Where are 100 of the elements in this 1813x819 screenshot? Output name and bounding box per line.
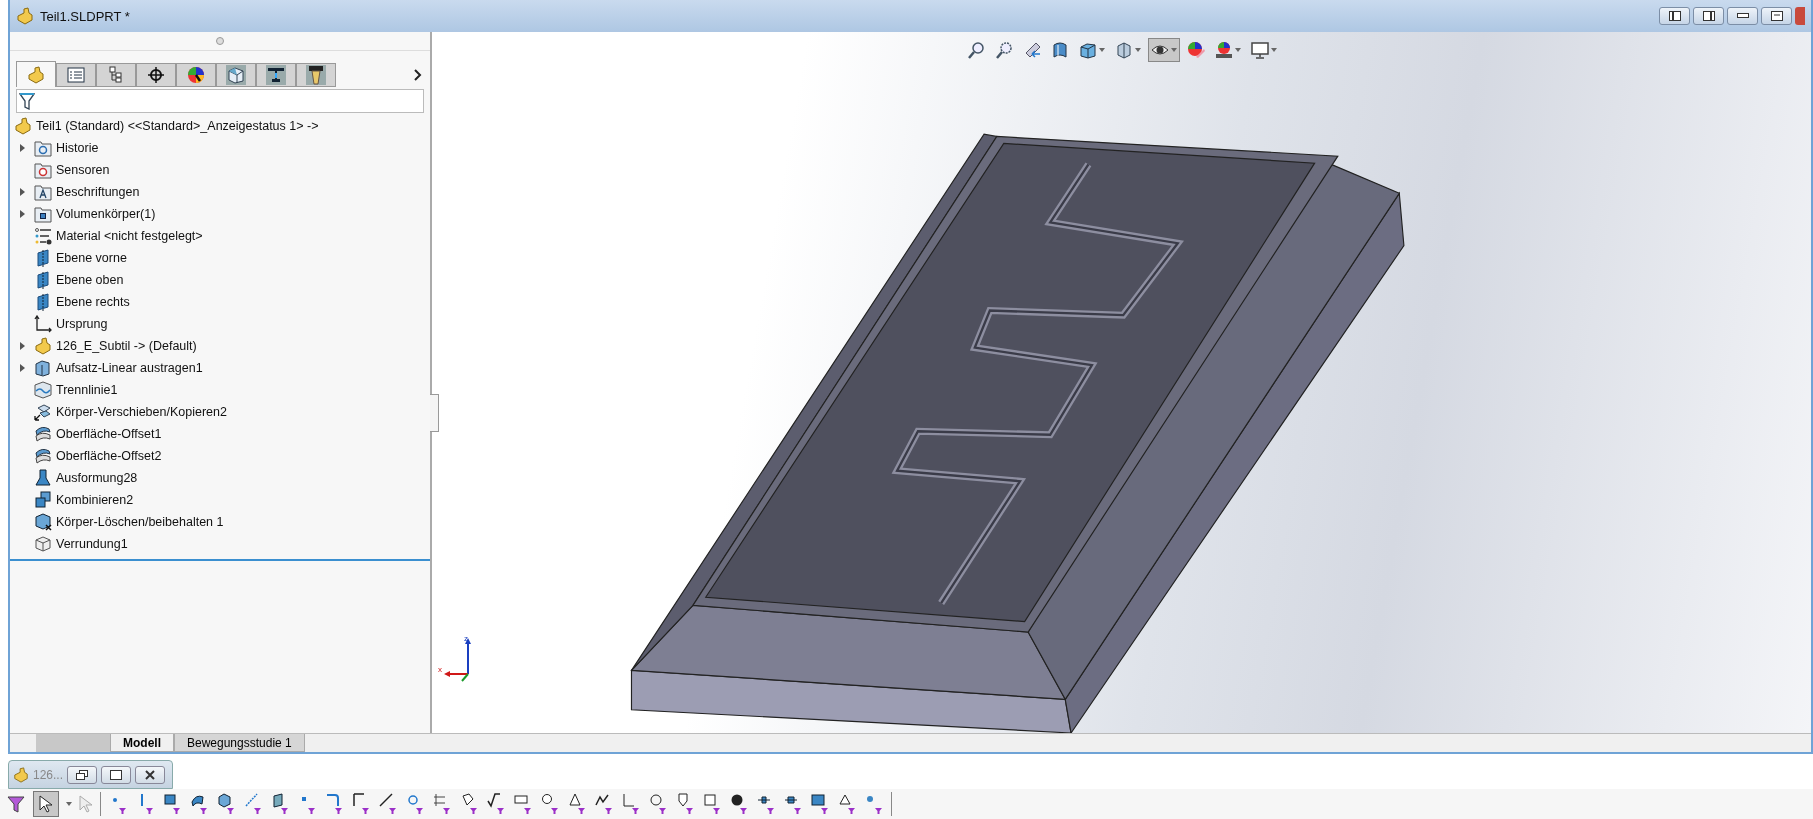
minimized-window-title: 126... [33,767,64,782]
annotation-folder-icon [34,183,52,201]
selection-filter-icon [838,793,856,815]
selection-filter-icon [514,793,532,815]
select-tool-button[interactable] [33,791,59,817]
tree-item[interactable]: Ausformung28 [56,471,138,485]
maximize-icon [1770,11,1783,21]
tree-item[interactable]: Ursprung [56,317,108,331]
color-ball-icon [187,66,205,84]
zoom-fit-icon [966,41,985,59]
tree-item[interactable]: Trennlinie1 [56,383,118,397]
filter-button[interactable] [216,791,236,817]
tree-item[interactable]: Aufsatz-Linear austragen1 [56,361,203,375]
tree-item[interactable]: Ebene rechts [56,295,130,309]
filter-field[interactable] [16,89,424,113]
tree-item[interactable]: Ebene vorne [56,251,127,265]
caret-icon [1170,48,1177,52]
tree-item[interactable]: Oberfläche-Offset1 [56,427,162,441]
selection-filter-icon [190,793,208,815]
caret-icon [1134,48,1141,52]
filter-button[interactable] [567,791,587,817]
filter-button[interactable] [810,791,830,817]
close-button[interactable] [135,765,166,784]
maximize-icon [110,769,123,780]
selection-filter-icon [622,793,640,815]
selection-filter-icon [325,793,343,815]
monitor-icon [1250,41,1269,59]
selection-filter-icon [406,793,424,815]
view-cube-icon [1078,41,1097,59]
maximize-button[interactable] [101,765,132,784]
configuration-icon [107,66,125,84]
tree-item[interactable]: Kombinieren2 [56,493,134,507]
filter-button[interactable] [648,791,668,817]
end-mill-icon [306,65,326,85]
filter-button[interactable] [162,791,182,817]
minimize-button[interactable] [1727,7,1758,25]
graphics-viewport[interactable]: z x [432,32,1811,733]
expand-arrow-icon[interactable] [19,144,25,152]
expand-arrow-icon[interactable] [19,342,25,350]
delete-body-icon [34,513,52,531]
selection-filter-icon [379,793,397,815]
panel-tab[interactable] [136,63,176,87]
expand-arrow-icon[interactable] [19,188,25,196]
selection-filter-icon [271,793,289,815]
filter-button[interactable] [270,791,290,817]
filter-button[interactable] [378,791,398,817]
caret-icon [1270,48,1277,52]
plane-icon [34,293,52,311]
collapse-handle[interactable] [216,37,224,45]
tree-item[interactable]: Volumenkörper(1) [56,207,156,221]
restore-button[interactable] [67,765,98,784]
fillet-icon [34,535,52,553]
tree-item[interactable]: Verrundung1 [56,537,128,551]
offset-surface-icon [34,447,52,465]
panel-tab[interactable] [96,63,136,87]
dock-right-icon [1702,11,1715,21]
document-tab[interactable]: Modell [110,734,174,752]
expand-arrow-icon[interactable] [19,364,25,372]
document-tab[interactable]: Bewegungsstudie 1 [174,734,305,752]
history-folder-icon [34,139,52,157]
panel-tab[interactable] [256,63,296,87]
selection-filter-icon [244,793,262,815]
move-body-icon [34,403,52,421]
tree-root[interactable]: Teil1 (Standard) <<Standard>_Anzeigestatus 1> -> [36,119,319,133]
tree-item[interactable]: Körper-Löschen/beibehalten 1 [56,515,224,529]
window-title: Teil1.SLDPRT * [40,8,130,24]
selection-filter-icon [649,793,667,815]
dock-left-icon [1668,11,1681,21]
dock-right-button[interactable] [1693,7,1724,25]
filter-icon [7,795,25,813]
tree-item[interactable]: Material <nicht festgelegt> [56,229,203,243]
section-view-icon [1050,41,1069,59]
selection-filter-icon [703,793,721,815]
tree-item[interactable]: Sensoren [56,163,110,177]
maximize-button[interactable] [1761,7,1792,25]
panel-tab[interactable] [176,63,216,87]
close-icon [145,769,156,780]
tree-item[interactable]: Körper-Verschieben/Kopieren2 [56,405,227,419]
tree-item[interactable]: 126_E_Subtil -> (Default) [56,339,197,353]
solid-folder-icon [34,205,52,223]
selection-filter-icon [676,793,694,815]
filter-button[interactable] [486,791,506,817]
part-icon [14,117,32,135]
view-tool-button[interactable] [1147,38,1180,62]
filter-button[interactable] [351,791,371,817]
dock-left-button[interactable] [1659,7,1690,25]
tree-item[interactable]: Oberfläche-Offset2 [56,449,162,463]
tree-item[interactable]: Beschriftungen [56,185,140,199]
material-icon [34,227,52,245]
offset-surface-icon [34,425,52,443]
selection-filter-icon [865,793,883,815]
cube-section-icon [226,65,246,85]
panel-splitter-handle[interactable] [430,394,439,432]
tree-item[interactable]: Ebene oben [56,273,124,287]
panel-tab[interactable] [296,63,336,87]
expand-arrow-icon[interactable] [19,210,25,218]
selection-filter-icon [568,793,586,815]
filter-button[interactable] [540,791,560,817]
tree-item[interactable]: Historie [56,141,99,155]
filter-button[interactable] [459,791,479,817]
